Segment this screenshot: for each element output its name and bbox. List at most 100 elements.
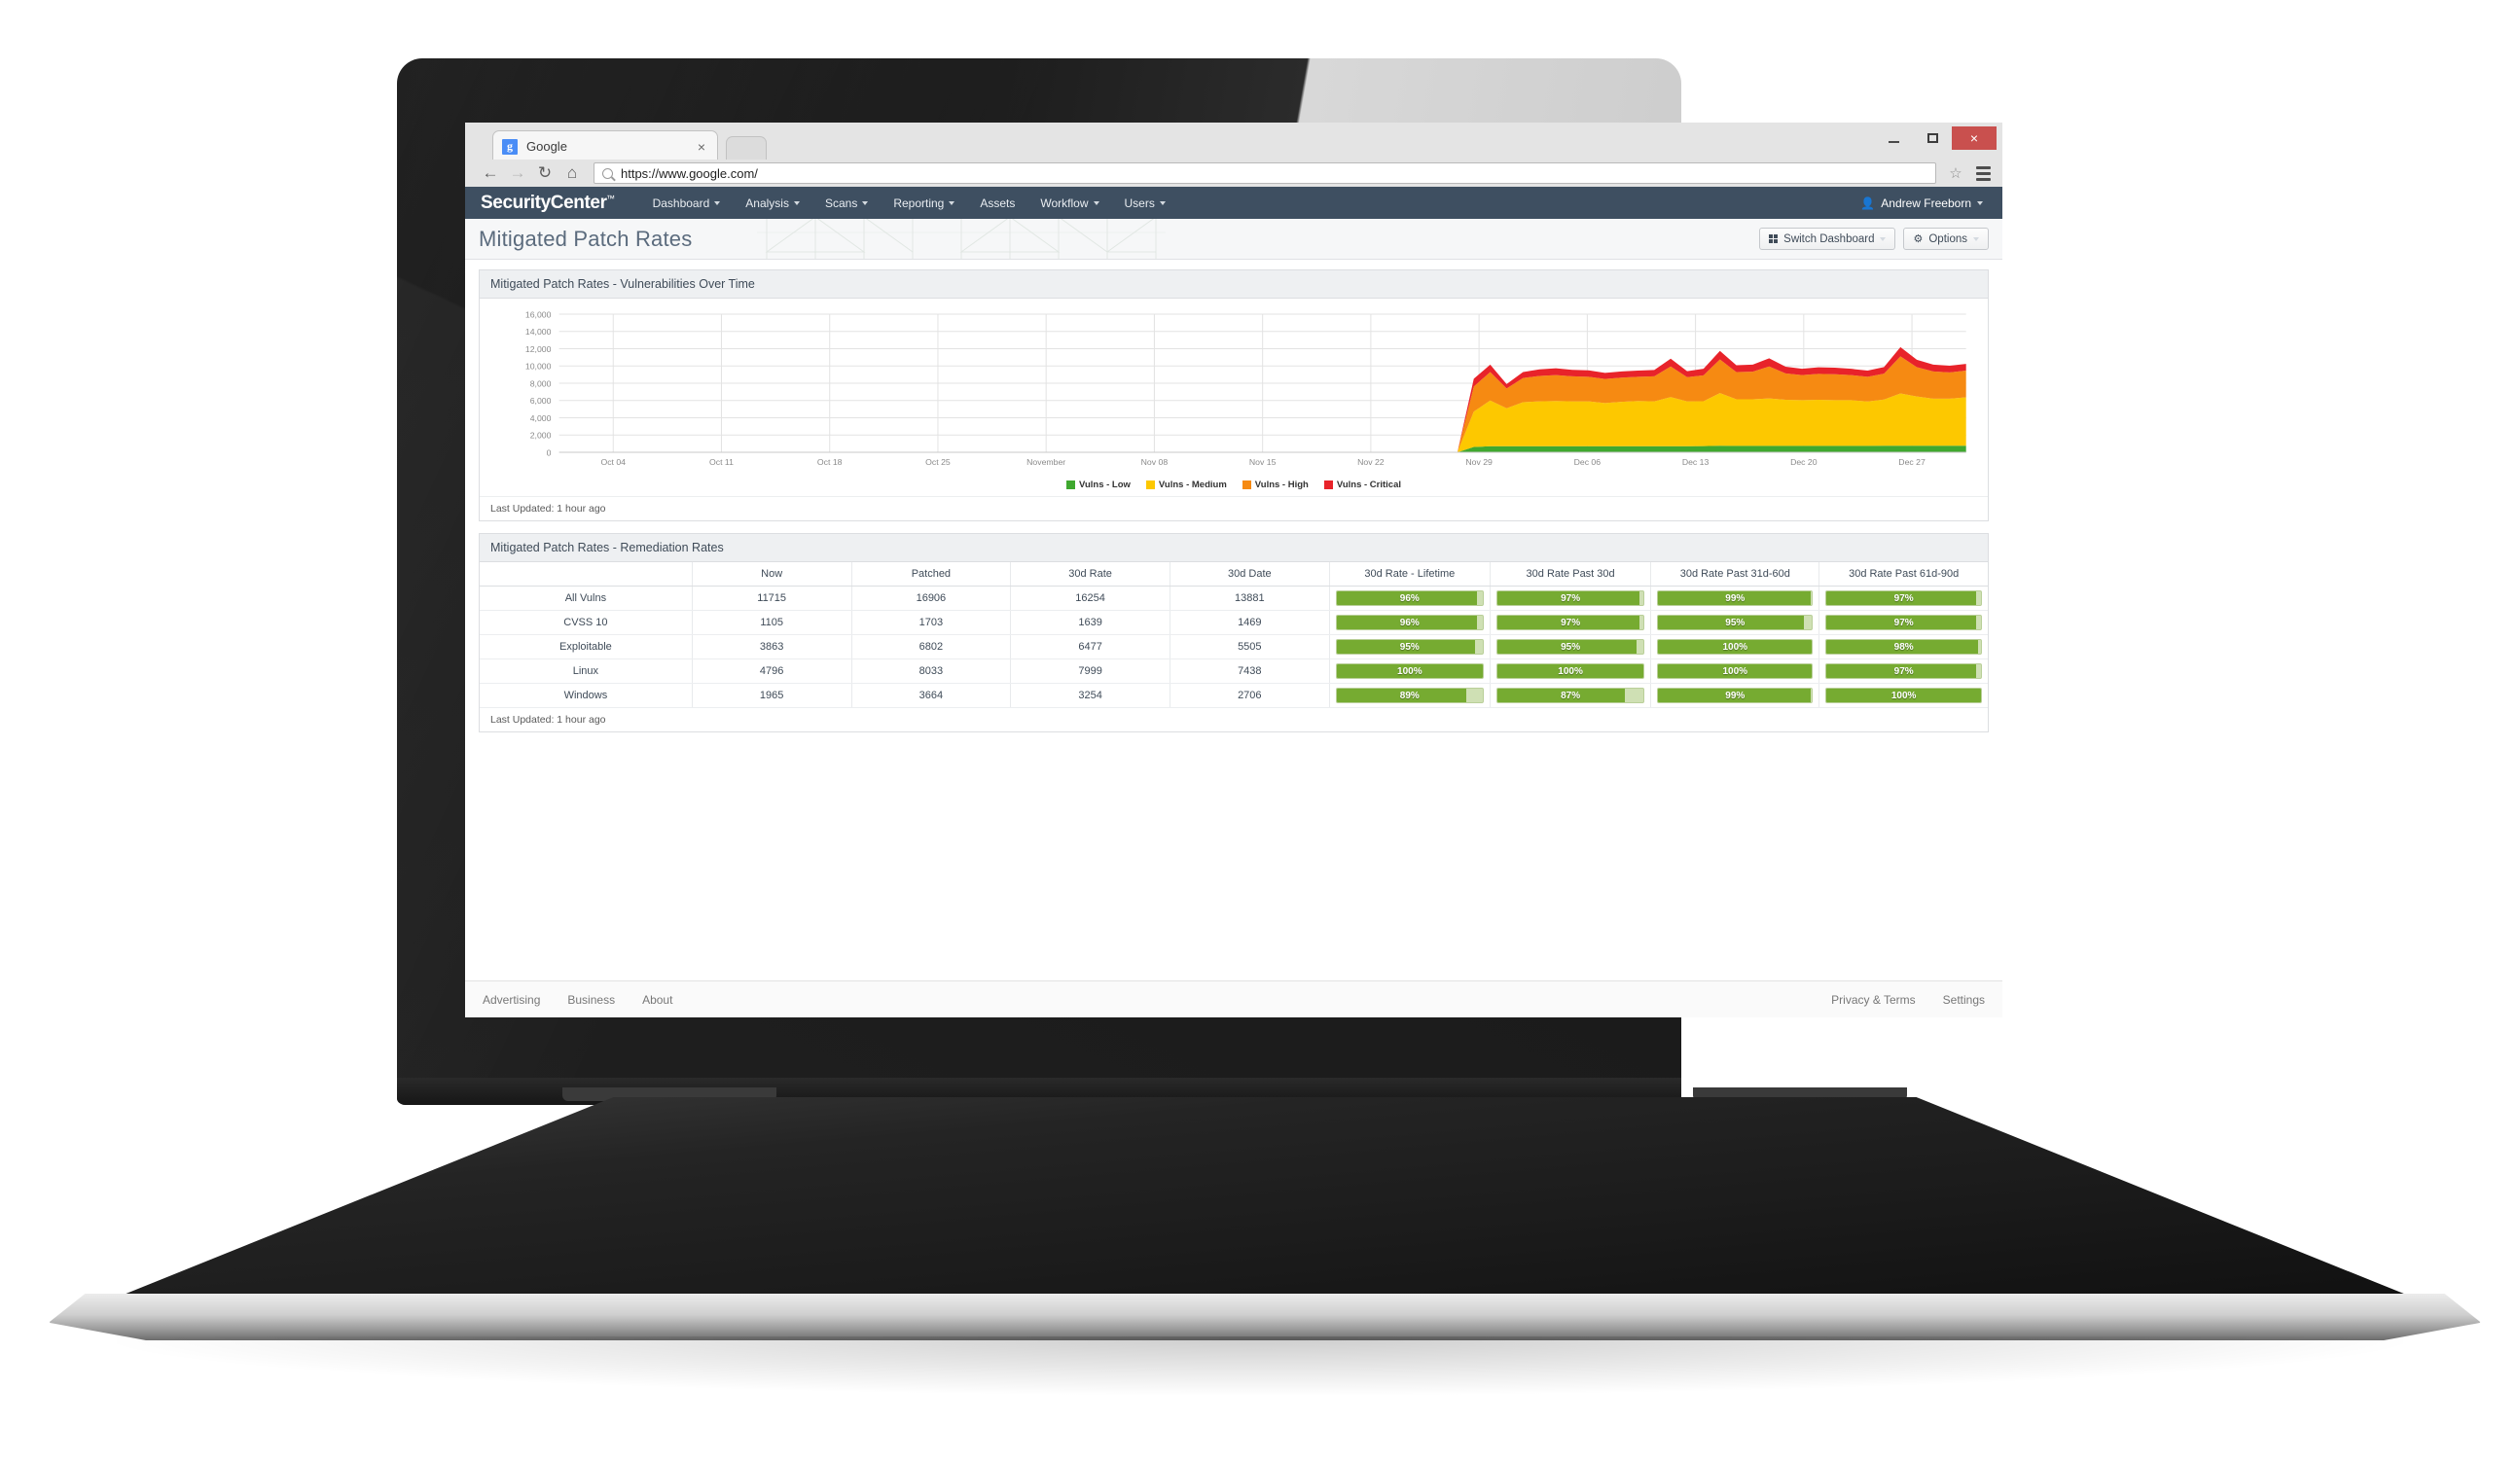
legend-item[interactable]: Vulns - Medium <box>1145 480 1227 490</box>
laptop-base-lip <box>49 1294 2481 1340</box>
browser-tab[interactable]: g Google × <box>492 130 718 161</box>
nav-item-users[interactable]: Users <box>1112 196 1178 210</box>
switch-dashboard-button[interactable]: Switch Dashboard <box>1758 228 1896 250</box>
chart-ytick-label: 4,000 <box>530 413 552 423</box>
nav-item-workflow[interactable]: Workflow <box>1027 196 1111 210</box>
table-cell-now: 1965 <box>692 683 852 707</box>
table-cell-date30: 7438 <box>1170 658 1330 684</box>
table-column-header[interactable]: 30d Rate Past 61d-90d <box>1818 562 1988 587</box>
progress-bar: 97% <box>1825 590 1982 606</box>
chevron-down-icon <box>1880 236 1887 241</box>
page-actions: Switch Dashboard ⚙ Options <box>1758 228 1989 250</box>
browser-menu-icon[interactable] <box>1967 165 1993 181</box>
dashboard-content: Mitigated Patch Rates - Vulnerabilities … <box>465 260 2002 980</box>
chart-panel: Mitigated Patch Rates - Vulnerabilities … <box>479 269 1989 521</box>
chart-xtick-label: Oct 25 <box>925 457 951 467</box>
user-menu[interactable]: 👤 Andrew Freeborn <box>1860 196 1987 210</box>
table-cell-now: 11715 <box>692 586 852 611</box>
table-cell-rate30: 3254 <box>1010 683 1170 707</box>
progress-bar: 96% <box>1335 590 1484 606</box>
window-close-button[interactable]: × <box>1952 126 1997 150</box>
laptop-base <box>58 1097 2471 1321</box>
trademark-icon: ™ <box>605 193 615 203</box>
footer-link-privacy-terms[interactable]: Privacy & Terms <box>1831 993 1915 1007</box>
table-cell-rate30: 1639 <box>1010 610 1170 635</box>
chart-xtick-label: November <box>1026 457 1065 467</box>
table-row[interactable]: All Vulns 11715 16906 16254 13881 96% 97% 99% 97… <box>480 586 1988 611</box>
nav-item-dashboard[interactable]: Dashboard <box>640 196 734 210</box>
table-column-header[interactable]: 30d Rate Past 31d-60d <box>1650 562 1820 587</box>
minimize-button[interactable] <box>1874 126 1913 150</box>
browser-toolbar: ← → ↻ ⌂ https://www.google.com/ ☆ <box>465 160 2002 187</box>
table-column-header[interactable]: 30d Date <box>1170 562 1330 587</box>
table-row[interactable]: Linux 4796 8033 7999 7438 100% 100% 100% 97% <box>480 658 1988 684</box>
progress-bar: 99% <box>1657 590 1814 606</box>
close-icon[interactable]: × <box>695 140 708 154</box>
table-cell-lifetime: 100% <box>1329 658 1491 684</box>
options-button[interactable]: ⚙ Options <box>1903 228 1989 250</box>
progress-bar: 99% <box>1657 688 1814 703</box>
table-cell-patched: 6802 <box>851 634 1012 659</box>
chart-xtick-label: Oct 18 <box>817 457 843 467</box>
chevron-down-icon <box>862 200 869 205</box>
reload-icon[interactable]: ↻ <box>531 160 558 186</box>
nav-label: Reporting <box>893 196 945 210</box>
nav-item-assets[interactable]: Assets <box>967 196 1027 210</box>
legend-item[interactable]: Vulns - Low <box>1065 480 1131 490</box>
table-row[interactable]: CVSS 10 1105 1703 1639 1469 96% 97% 95% 97% <box>480 610 1988 635</box>
table-column-header[interactable]: Patched <box>851 562 1012 587</box>
footer-link-advertising[interactable]: Advertising <box>483 993 540 1007</box>
chart-xtick-label: Oct 04 <box>600 457 626 467</box>
progress-bar-label: 89% <box>1399 690 1420 701</box>
table-row[interactable]: Exploitable 3863 6802 6477 5505 95% 95% 100% 98% <box>480 634 1988 659</box>
progress-bar: 100% <box>1825 688 1982 703</box>
maximize-button[interactable] <box>1913 126 1952 150</box>
bookmark-star-icon[interactable]: ☆ <box>1944 164 1967 182</box>
table-cell-lifetime: 96% <box>1329 610 1491 635</box>
table-cell-past30: 97% <box>1490 610 1652 635</box>
progress-bar-label: 97% <box>1561 617 1581 628</box>
nav-item-analysis[interactable]: Analysis <box>733 196 812 210</box>
table-row[interactable]: Windows 1965 3664 3254 2706 89% 87% 99% 100% <box>480 683 1988 707</box>
maximize-icon <box>1926 133 1938 143</box>
home-icon[interactable]: ⌂ <box>558 160 586 186</box>
table-cell-rate30: 16254 <box>1010 586 1170 611</box>
table-cell-patched: 3664 <box>851 683 1012 707</box>
progress-bar-label: 96% <box>1399 617 1420 628</box>
table-header-row: Now Patched 30d Rate 30d Date 30d Rate - Lif… <box>480 562 1988 587</box>
legend-label: Vulns - Critical <box>1336 480 1402 490</box>
table-cell-past3160: 100% <box>1650 634 1820 659</box>
table-column-header[interactable]: Now <box>692 562 852 587</box>
table-row-label: All Vulns <box>480 586 693 611</box>
browser-chrome: g Google × × ← → ↻ ⌂ https://www.google.… <box>465 123 2002 187</box>
footer-right-links: Privacy & Terms Settings <box>1804 993 1985 1007</box>
new-tab-button[interactable] <box>726 136 767 161</box>
table-column-header[interactable]: 30d Rate Past 30d <box>1490 562 1652 587</box>
footer-link-about[interactable]: About <box>642 993 672 1007</box>
chart-ytick-label: 12,000 <box>525 344 552 354</box>
chevron-down-icon <box>1977 200 1983 205</box>
progress-bar-label: 100% <box>1558 665 1583 677</box>
back-icon[interactable]: ← <box>477 160 504 186</box>
nav-item-reporting[interactable]: Reporting <box>881 196 967 210</box>
table-body: All Vulns 11715 16906 16254 13881 96% 97% 99% 97… <box>480 586 1988 707</box>
footer-link-business[interactable]: Business <box>567 993 615 1007</box>
table-column-header[interactable] <box>480 562 693 587</box>
legend-item[interactable]: Vulns - High <box>1242 480 1309 490</box>
forward-icon[interactable]: → <box>504 160 531 186</box>
footer-link-settings[interactable]: Settings <box>1943 993 1985 1007</box>
nav-label: Users <box>1124 196 1155 210</box>
chart-ytick-label: 16,000 <box>525 310 552 320</box>
chevron-down-icon <box>1159 200 1166 205</box>
table-column-header[interactable]: 30d Rate - Lifetime <box>1329 562 1491 587</box>
legend-item[interactable]: Vulns - Critical <box>1323 480 1402 490</box>
chart-ytick-label: 6,000 <box>530 396 552 406</box>
chart-xtick-label: Dec 06 <box>1574 457 1602 467</box>
app-logo[interactable]: SecurityCenter ™ <box>481 193 615 214</box>
user-menu-label: Andrew Freeborn <box>1881 196 1971 210</box>
securitycenter-app: SecurityCenter ™ Dashboard Analysis Scans <box>465 187 2002 1017</box>
laptop-mockup: g Google × × ← → ↻ ⌂ https://www.google.… <box>0 0 2520 1459</box>
address-bar[interactable]: https://www.google.com/ <box>594 162 1936 184</box>
table-column-header[interactable]: 30d Rate <box>1010 562 1170 587</box>
nav-item-scans[interactable]: Scans <box>812 196 881 210</box>
